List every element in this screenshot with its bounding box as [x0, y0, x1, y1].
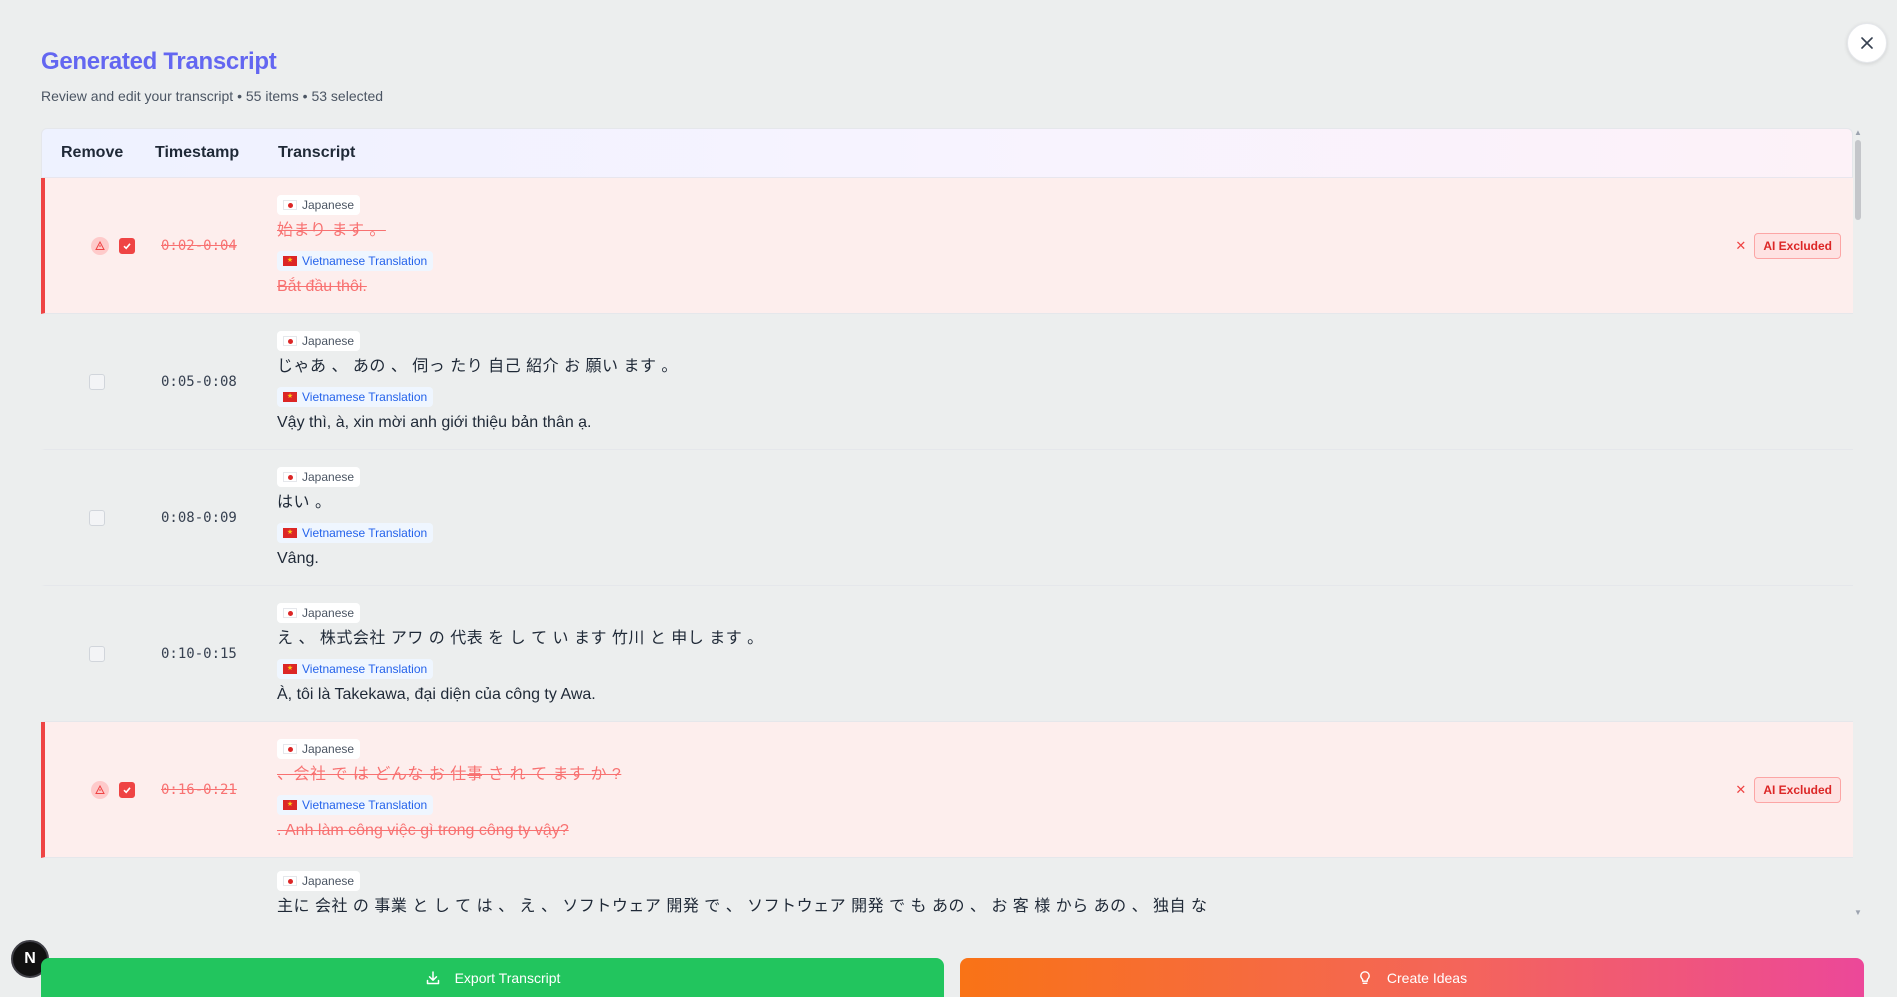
japanese-text[interactable]: え 、 株式会社 アワ の 代表 を し て い ます 竹川 と 申し ます 。	[277, 629, 1853, 649]
japanese-text[interactable]: じゃあ 、 あの 、 伺っ たり 自己 紹介 お 願い ます 。	[277, 357, 1853, 377]
table-row: 0:05-0:08 Japanese じゃあ 、 あの 、 伺っ たり 自己 紹…	[41, 314, 1853, 450]
timestamp: 0:10-0:15	[161, 645, 237, 662]
vietnamese-text[interactable]: Vâng.	[277, 549, 1853, 569]
japan-flag-icon	[283, 607, 297, 618]
table-row: 0:08-0:09 Japanese はい 。 ★ Vietnamese Tran…	[41, 450, 1853, 586]
remove-cell	[45, 780, 135, 799]
transcript-cell: Japanese 始まり ます 。 ★ Vietnamese Translatio…	[263, 194, 1853, 297]
language-tag-vietnamese: ★ Vietnamese Translation	[277, 658, 434, 679]
japanese-text[interactable]: はい 。	[277, 493, 1853, 513]
scroll-down-icon[interactable]: ▼	[1854, 908, 1862, 917]
close-icon	[1861, 37, 1873, 49]
vietnam-flag-icon: ★	[283, 527, 297, 538]
remove-cell	[45, 373, 135, 390]
vietnam-flag-icon: ★	[283, 391, 297, 402]
transcript-cell: Japanese じゃあ 、 あの 、 伺っ たり 自己 紹介 お 願い ます …	[263, 330, 1853, 433]
japanese-text[interactable]: 、会社 で は どんな お 仕事 さ れ て ます か ?	[277, 765, 1853, 785]
language-tag-vietnamese: ★ Vietnamese Translation	[277, 386, 434, 407]
language-tag-vietnamese: ★ Vietnamese Translation	[277, 250, 434, 271]
column-header-timestamp: Timestamp	[155, 144, 240, 161]
transcript-cell: Japanese 主に 会社 の 事業 と し て は 、 え 、 ソフトウェア…	[263, 858, 1853, 915]
japan-flag-icon	[283, 471, 297, 482]
warning-icon	[91, 236, 109, 255]
vietnamese-text[interactable]: À, tôi là Takekawa, đại diện của công ty…	[277, 685, 1853, 705]
remove-cell	[45, 645, 135, 662]
japan-flag-icon	[283, 199, 297, 210]
scroll-thumb[interactable]	[1855, 140, 1861, 220]
vietnam-flag-icon: ★	[283, 799, 297, 810]
timestamp: 0:02-0:04	[161, 237, 237, 254]
timestamp: 0:16-0:21	[161, 781, 237, 798]
column-header-remove: Remove	[61, 144, 124, 161]
vietnamese-text[interactable]: . Anh làm công việc gì trong công ty vậy…	[277, 821, 1853, 841]
remove-cell	[45, 509, 135, 526]
transcript-cell: Japanese はい 。 ★ Vietnamese Translation Vâ…	[263, 466, 1853, 569]
page-subtitle: Review and edit your transcript • 55 ite…	[41, 88, 384, 104]
timestamp: 0:05-0:08	[161, 373, 237, 390]
language-tag-japanese: Japanese	[277, 738, 361, 759]
download-icon	[426, 970, 439, 984]
language-tag-vietnamese: ★ Vietnamese Translation	[277, 794, 434, 815]
transcript-cell: Japanese え 、 株式会社 アワ の 代表 を し て い ます 竹川 …	[263, 602, 1853, 705]
japan-flag-icon	[283, 743, 297, 754]
create-ideas-button[interactable]: Create Ideas	[960, 958, 1864, 997]
remove-checkbox[interactable]	[119, 781, 135, 798]
transcript-cell: Japanese 、会社 で は どんな お 仕事 さ れ て ます か ? ★…	[263, 738, 1853, 841]
modal-header: Generated Transcript Review and edit you…	[41, 48, 383, 104]
ai-excluded-label: AI Excluded	[1754, 233, 1841, 259]
remove-x-icon[interactable]: ✕	[1735, 238, 1746, 254]
vietnamese-text[interactable]: Vậy thì, à, xin mời anh giới thiệu bản t…	[277, 413, 1853, 433]
ai-excluded-badge: ✕ AI Excluded	[1735, 233, 1841, 259]
transcript-table: Remove Timestamp Transcript 0:02-0:04 Ja…	[41, 128, 1863, 915]
table-row: 0:10-0:15 Japanese え 、 株式会社 アワ の 代表 を し …	[41, 586, 1853, 722]
remove-checkbox[interactable]	[89, 373, 105, 390]
export-transcript-button[interactable]: Export Transcript	[41, 958, 944, 997]
language-tag-vietnamese: ★ Vietnamese Translation	[277, 522, 434, 543]
lightbulb-icon	[1360, 970, 1370, 984]
page-title: Generated Transcript	[41, 48, 277, 75]
table-row: 0:16-0:21 Japanese 、会社 で は どんな お 仕事 さ れ …	[41, 722, 1853, 858]
remove-checkbox[interactable]	[89, 509, 105, 526]
table-header: Remove Timestamp Transcript	[41, 128, 1853, 178]
language-tag-japanese: Japanese	[277, 330, 361, 351]
japanese-text[interactable]: 主に 会社 の 事業 と し て は 、 え 、 ソフトウェア 開発 で 、 ソ…	[277, 897, 1853, 915]
japan-flag-icon	[283, 876, 297, 886]
table-row: 0:02-0:04 Japanese 始まり ます 。 ★ Vietnamese …	[41, 178, 1853, 314]
remove-checkbox[interactable]	[89, 645, 105, 662]
language-tag-japanese: Japanese	[277, 466, 361, 487]
vietnam-flag-icon: ★	[283, 255, 297, 266]
vietnamese-text[interactable]: Bắt đầu thôi.	[277, 277, 1853, 297]
remove-checkbox[interactable]	[119, 237, 135, 254]
table-scrollbar[interactable]: ▲ ▼	[1853, 128, 1863, 917]
ai-excluded-badge: ✕ AI Excluded	[1735, 777, 1841, 803]
column-header-transcript: Transcript	[278, 144, 356, 161]
close-button[interactable]	[1847, 23, 1887, 63]
japanese-text[interactable]: 始まり ます 。	[277, 221, 1853, 241]
timestamp: 0:08-0:09	[161, 509, 237, 526]
japan-flag-icon	[283, 335, 297, 346]
warning-icon	[91, 780, 109, 799]
remove-cell	[45, 236, 135, 255]
create-ideas-label: Create Ideas	[1386, 969, 1468, 986]
vietnam-flag-icon: ★	[283, 663, 297, 674]
remove-x-icon[interactable]: ✕	[1735, 782, 1746, 798]
check-icon	[123, 786, 131, 793]
check-icon	[123, 242, 131, 249]
table-row: Japanese 主に 会社 の 事業 と し て は 、 え 、 ソフトウェア…	[41, 858, 1853, 915]
language-tag-japanese: Japanese	[277, 602, 361, 623]
language-tag-japanese: Japanese	[277, 871, 361, 891]
language-tag-japanese: Japanese	[277, 194, 361, 215]
ai-excluded-label: AI Excluded	[1754, 777, 1841, 803]
export-transcript-label: Export Transcript	[454, 969, 561, 986]
scroll-up-icon[interactable]: ▲	[1854, 128, 1862, 137]
